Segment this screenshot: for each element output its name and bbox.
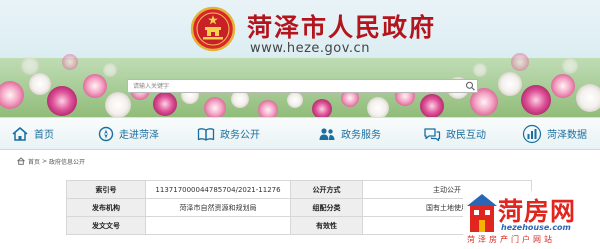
site-url: www.heze.gov.cn <box>250 41 370 56</box>
home-icon <box>12 126 28 141</box>
label-classification: 组配分类 <box>290 198 363 217</box>
table-row: 索引号 113717000044785704/2021-11276 公开方式 主… <box>66 180 532 199</box>
label-disclosure-method: 公开方式 <box>290 180 363 199</box>
breadcrumb-home-icon <box>17 157 25 165</box>
label-publishing-agency: 发布机构 <box>66 198 146 217</box>
table-row: 发布机构 菏泽市自然资源和规划局 组配分类 国有土地使用 <box>66 198 532 217</box>
nav-item-about-heze[interactable]: 走进菏泽 <box>98 118 159 149</box>
nav-label: 政务公开 <box>220 130 260 141</box>
main-nav: 首页 走进菏泽 政务公开 政务服务 政民互动 菏泽数据 <box>0 117 600 150</box>
label-validity: 有效性 <box>290 216 363 235</box>
site-title: 菏泽市人民政府 <box>247 13 437 42</box>
search-box <box>127 79 478 93</box>
chart-icon <box>522 124 542 143</box>
watermark-logo: 菏房网 hezehouse.com 菏泽房产门户网站 <box>463 191 597 247</box>
table-row: 发文文号 有效性 <box>66 216 532 235</box>
nav-item-home[interactable]: 首页 <box>11 118 54 149</box>
nav-item-heze-data[interactable]: 菏泽数据 <box>522 118 587 149</box>
label-index-number: 索引号 <box>66 180 146 199</box>
search-input[interactable] <box>128 80 465 92</box>
nav-item-gov-services[interactable]: 政务服务 <box>318 118 381 149</box>
header-banner: 菏泽市人民政府 www.heze.gov.cn <box>0 0 600 117</box>
breadcrumb-current-link[interactable]: 政府信息公开 <box>49 157 85 166</box>
nav-label: 政民互动 <box>446 130 486 141</box>
book-icon <box>197 127 215 141</box>
national-emblem-icon <box>190 6 236 52</box>
compass-icon <box>98 126 114 141</box>
value-document-number <box>145 216 291 235</box>
nav-item-interaction[interactable]: 政民互动 <box>423 118 486 149</box>
nav-item-gov-affairs-open[interactable]: 政务公开 <box>197 118 260 149</box>
chat-icon <box>424 127 441 141</box>
label-document-number: 发文文号 <box>66 216 146 235</box>
search-icon[interactable] <box>465 81 476 91</box>
nav-label: 首页 <box>34 130 54 141</box>
watermark-domain: hezehouse.com <box>501 223 571 232</box>
breadcrumb: 首页 > 政府信息公开 <box>17 155 85 167</box>
people-icon <box>319 127 335 140</box>
value-publishing-agency: 菏泽市自然资源和规划局 <box>145 198 291 217</box>
breadcrumb-separator: > <box>42 157 48 165</box>
value-index-number: 113717000044785704/2021-11276 <box>145 180 291 199</box>
house-logo-icon <box>467 194 497 232</box>
nav-label: 菏泽数据 <box>547 130 587 141</box>
nav-label: 走进菏泽 <box>119 130 159 141</box>
watermark-tagline: 菏泽房产门户网站 <box>467 235 555 244</box>
breadcrumb-home-link[interactable]: 首页 <box>28 157 40 166</box>
nav-label: 政务服务 <box>341 130 381 141</box>
